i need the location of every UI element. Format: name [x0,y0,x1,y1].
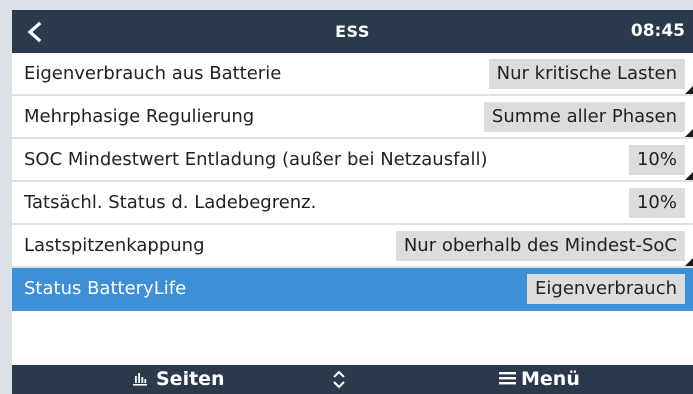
row-value: Nur oberhalb des Mindest-SoC [395,231,685,261]
menu-button[interactable]: Menü [499,365,580,394]
row-value: Summe aller Phasen [483,102,685,132]
settings-list: Eigenverbrauch aus Batterie Nur kritisch… [12,53,693,311]
page-title: ESS [335,22,370,41]
pages-label: Seiten [156,368,225,390]
row-ladebegrenz[interactable]: Tatsächl. Status d. Ladebegrenz. 10% [12,182,693,225]
row-value: 10% [628,145,685,175]
submenu-corner-icon [685,129,693,137]
row-label: Tatsächl. Status d. Ladebegrenz. [24,192,317,213]
submenu-corner-icon [685,258,693,266]
ess-screen: ESS 08:45 Eigenverbrauch aus Batterie Nu… [12,10,693,394]
menu-label: Menü [521,368,580,390]
row-label: Mehrphasige Regulierung [24,106,255,127]
clock: 08:45 [630,21,685,41]
row-eigenverbrauch[interactable]: Eigenverbrauch aus Batterie Nur kritisch… [12,53,693,96]
row-soc-min[interactable]: SOC Mindestwert Entladung (außer bei Net… [12,139,693,182]
up-down-chevron-icon[interactable] [331,369,347,390]
submenu-corner-icon [685,172,693,180]
pages-button[interactable]: Seiten [132,365,225,394]
hamburger-icon [499,372,516,385]
row-lastspitzen[interactable]: Lastspitzenkappung Nur oberhalb des Mind… [12,225,693,268]
row-value: Eigenverbrauch [527,274,685,304]
bar-chart-icon [133,373,147,386]
row-value: 10% [628,188,685,218]
row-batterylife[interactable]: Status BatteryLife Eigenverbrauch [12,268,693,311]
row-label: Status BatteryLife [24,278,187,299]
submenu-corner-icon [685,86,693,94]
row-label: Lastspitzenkappung [24,235,205,256]
row-value: Nur kritische Lasten [488,59,685,89]
row-label: SOC Mindestwert Entladung (außer bei Net… [24,149,488,170]
bottom-bar: Seiten Menü [12,365,693,394]
top-bar: ESS 08:45 [12,10,693,53]
row-label: Eigenverbrauch aus Batterie [24,63,282,84]
row-mehrphasig[interactable]: Mehrphasige Regulierung Summe aller Phas… [12,96,693,139]
